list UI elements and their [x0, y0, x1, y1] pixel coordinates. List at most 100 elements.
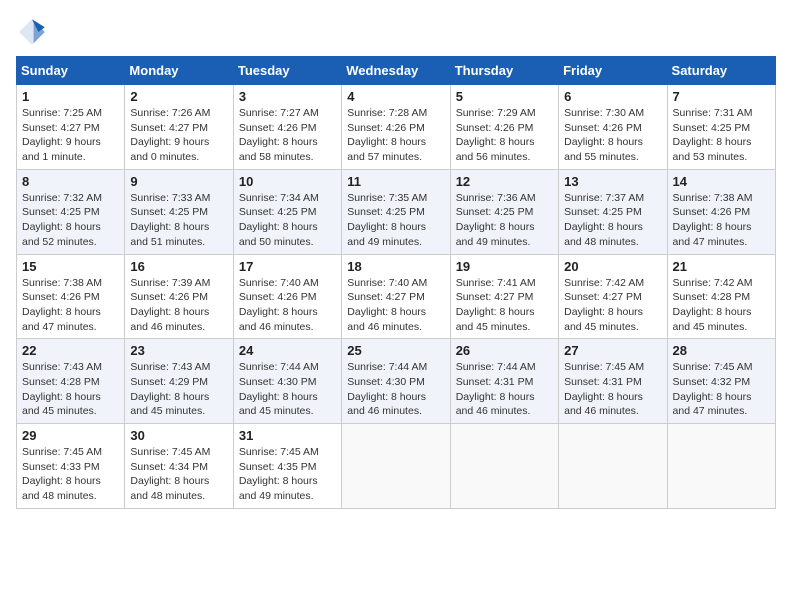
- weekday-header-thursday: Thursday: [450, 57, 558, 85]
- calendar-cell: [342, 424, 450, 509]
- day-detail: Sunrise: 7:28 AMSunset: 4:26 PMDaylight:…: [347, 107, 427, 163]
- day-number: 27: [564, 343, 661, 358]
- calendar-cell: 10 Sunrise: 7:34 AMSunset: 4:25 PMDaylig…: [233, 169, 341, 254]
- day-number: 23: [130, 343, 227, 358]
- day-detail: Sunrise: 7:42 AMSunset: 4:27 PMDaylight:…: [564, 277, 644, 333]
- calendar-cell: 17 Sunrise: 7:40 AMSunset: 4:26 PMDaylig…: [233, 254, 341, 339]
- day-detail: Sunrise: 7:40 AMSunset: 4:27 PMDaylight:…: [347, 277, 427, 333]
- week-row-5: 29 Sunrise: 7:45 AMSunset: 4:33 PMDaylig…: [17, 424, 776, 509]
- weekday-header-row: SundayMondayTuesdayWednesdayThursdayFrid…: [17, 57, 776, 85]
- calendar-cell: 7 Sunrise: 7:31 AMSunset: 4:25 PMDayligh…: [667, 85, 775, 170]
- day-detail: Sunrise: 7:38 AMSunset: 4:26 PMDaylight:…: [673, 192, 753, 248]
- calendar-cell: 4 Sunrise: 7:28 AMSunset: 4:26 PMDayligh…: [342, 85, 450, 170]
- day-number: 11: [347, 174, 444, 189]
- day-number: 9: [130, 174, 227, 189]
- day-detail: Sunrise: 7:45 AMSunset: 4:33 PMDaylight:…: [22, 446, 102, 502]
- day-detail: Sunrise: 7:37 AMSunset: 4:25 PMDaylight:…: [564, 192, 644, 248]
- calendar-cell: 25 Sunrise: 7:44 AMSunset: 4:30 PMDaylig…: [342, 339, 450, 424]
- day-detail: Sunrise: 7:34 AMSunset: 4:25 PMDaylight:…: [239, 192, 319, 248]
- day-number: 19: [456, 259, 553, 274]
- day-detail: Sunrise: 7:44 AMSunset: 4:30 PMDaylight:…: [347, 361, 427, 417]
- day-number: 26: [456, 343, 553, 358]
- day-detail: Sunrise: 7:29 AMSunset: 4:26 PMDaylight:…: [456, 107, 536, 163]
- day-number: 6: [564, 89, 661, 104]
- day-number: 30: [130, 428, 227, 443]
- week-row-4: 22 Sunrise: 7:43 AMSunset: 4:28 PMDaylig…: [17, 339, 776, 424]
- calendar-cell: [450, 424, 558, 509]
- day-detail: Sunrise: 7:45 AMSunset: 4:34 PMDaylight:…: [130, 446, 210, 502]
- day-detail: Sunrise: 7:43 AMSunset: 4:29 PMDaylight:…: [130, 361, 210, 417]
- logo-icon: [16, 16, 48, 48]
- day-detail: Sunrise: 7:40 AMSunset: 4:26 PMDaylight:…: [239, 277, 319, 333]
- calendar-cell: 29 Sunrise: 7:45 AMSunset: 4:33 PMDaylig…: [17, 424, 125, 509]
- day-detail: Sunrise: 7:38 AMSunset: 4:26 PMDaylight:…: [22, 277, 102, 333]
- calendar-cell: 11 Sunrise: 7:35 AMSunset: 4:25 PMDaylig…: [342, 169, 450, 254]
- day-detail: Sunrise: 7:45 AMSunset: 4:31 PMDaylight:…: [564, 361, 644, 417]
- day-number: 5: [456, 89, 553, 104]
- header: [16, 16, 776, 48]
- day-number: 22: [22, 343, 119, 358]
- day-number: 10: [239, 174, 336, 189]
- day-detail: Sunrise: 7:33 AMSunset: 4:25 PMDaylight:…: [130, 192, 210, 248]
- day-detail: Sunrise: 7:27 AMSunset: 4:26 PMDaylight:…: [239, 107, 319, 163]
- day-number: 31: [239, 428, 336, 443]
- day-detail: Sunrise: 7:43 AMSunset: 4:28 PMDaylight:…: [22, 361, 102, 417]
- day-detail: Sunrise: 7:41 AMSunset: 4:27 PMDaylight:…: [456, 277, 536, 333]
- calendar-cell: [667, 424, 775, 509]
- day-number: 28: [673, 343, 770, 358]
- calendar-cell: 18 Sunrise: 7:40 AMSunset: 4:27 PMDaylig…: [342, 254, 450, 339]
- day-number: 3: [239, 89, 336, 104]
- day-number: 1: [22, 89, 119, 104]
- calendar-cell: 21 Sunrise: 7:42 AMSunset: 4:28 PMDaylig…: [667, 254, 775, 339]
- day-number: 4: [347, 89, 444, 104]
- day-number: 2: [130, 89, 227, 104]
- logo: [16, 16, 52, 48]
- calendar-cell: 23 Sunrise: 7:43 AMSunset: 4:29 PMDaylig…: [125, 339, 233, 424]
- day-detail: Sunrise: 7:39 AMSunset: 4:26 PMDaylight:…: [130, 277, 210, 333]
- calendar-cell: 31 Sunrise: 7:45 AMSunset: 4:35 PMDaylig…: [233, 424, 341, 509]
- day-detail: Sunrise: 7:44 AMSunset: 4:30 PMDaylight:…: [239, 361, 319, 417]
- calendar-cell: 22 Sunrise: 7:43 AMSunset: 4:28 PMDaylig…: [17, 339, 125, 424]
- calendar-cell: 5 Sunrise: 7:29 AMSunset: 4:26 PMDayligh…: [450, 85, 558, 170]
- day-number: 12: [456, 174, 553, 189]
- calendar-cell: 24 Sunrise: 7:44 AMSunset: 4:30 PMDaylig…: [233, 339, 341, 424]
- calendar-cell: 14 Sunrise: 7:38 AMSunset: 4:26 PMDaylig…: [667, 169, 775, 254]
- day-detail: Sunrise: 7:31 AMSunset: 4:25 PMDaylight:…: [673, 107, 753, 163]
- calendar-cell: 30 Sunrise: 7:45 AMSunset: 4:34 PMDaylig…: [125, 424, 233, 509]
- day-number: 17: [239, 259, 336, 274]
- week-row-3: 15 Sunrise: 7:38 AMSunset: 4:26 PMDaylig…: [17, 254, 776, 339]
- day-number: 20: [564, 259, 661, 274]
- calendar-cell: 15 Sunrise: 7:38 AMSunset: 4:26 PMDaylig…: [17, 254, 125, 339]
- weekday-header-monday: Monday: [125, 57, 233, 85]
- day-number: 13: [564, 174, 661, 189]
- day-detail: Sunrise: 7:42 AMSunset: 4:28 PMDaylight:…: [673, 277, 753, 333]
- calendar-cell: [559, 424, 667, 509]
- calendar-cell: 2 Sunrise: 7:26 AMSunset: 4:27 PMDayligh…: [125, 85, 233, 170]
- page-container: SundayMondayTuesdayWednesdayThursdayFrid…: [16, 16, 776, 509]
- day-detail: Sunrise: 7:35 AMSunset: 4:25 PMDaylight:…: [347, 192, 427, 248]
- day-detail: Sunrise: 7:26 AMSunset: 4:27 PMDaylight:…: [130, 107, 210, 163]
- day-detail: Sunrise: 7:30 AMSunset: 4:26 PMDaylight:…: [564, 107, 644, 163]
- weekday-header-sunday: Sunday: [17, 57, 125, 85]
- day-detail: Sunrise: 7:32 AMSunset: 4:25 PMDaylight:…: [22, 192, 102, 248]
- calendar-cell: 6 Sunrise: 7:30 AMSunset: 4:26 PMDayligh…: [559, 85, 667, 170]
- calendar-cell: 3 Sunrise: 7:27 AMSunset: 4:26 PMDayligh…: [233, 85, 341, 170]
- day-number: 14: [673, 174, 770, 189]
- calendar-cell: 13 Sunrise: 7:37 AMSunset: 4:25 PMDaylig…: [559, 169, 667, 254]
- calendar-cell: 16 Sunrise: 7:39 AMSunset: 4:26 PMDaylig…: [125, 254, 233, 339]
- week-row-1: 1 Sunrise: 7:25 AMSunset: 4:27 PMDayligh…: [17, 85, 776, 170]
- weekday-header-wednesday: Wednesday: [342, 57, 450, 85]
- calendar-cell: 19 Sunrise: 7:41 AMSunset: 4:27 PMDaylig…: [450, 254, 558, 339]
- calendar-cell: 8 Sunrise: 7:32 AMSunset: 4:25 PMDayligh…: [17, 169, 125, 254]
- week-row-2: 8 Sunrise: 7:32 AMSunset: 4:25 PMDayligh…: [17, 169, 776, 254]
- calendar-table: SundayMondayTuesdayWednesdayThursdayFrid…: [16, 56, 776, 509]
- calendar-cell: 20 Sunrise: 7:42 AMSunset: 4:27 PMDaylig…: [559, 254, 667, 339]
- day-detail: Sunrise: 7:44 AMSunset: 4:31 PMDaylight:…: [456, 361, 536, 417]
- day-detail: Sunrise: 7:36 AMSunset: 4:25 PMDaylight:…: [456, 192, 536, 248]
- weekday-header-saturday: Saturday: [667, 57, 775, 85]
- day-detail: Sunrise: 7:45 AMSunset: 4:32 PMDaylight:…: [673, 361, 753, 417]
- day-number: 16: [130, 259, 227, 274]
- calendar-cell: 28 Sunrise: 7:45 AMSunset: 4:32 PMDaylig…: [667, 339, 775, 424]
- day-detail: Sunrise: 7:25 AMSunset: 4:27 PMDaylight:…: [22, 107, 102, 163]
- day-number: 25: [347, 343, 444, 358]
